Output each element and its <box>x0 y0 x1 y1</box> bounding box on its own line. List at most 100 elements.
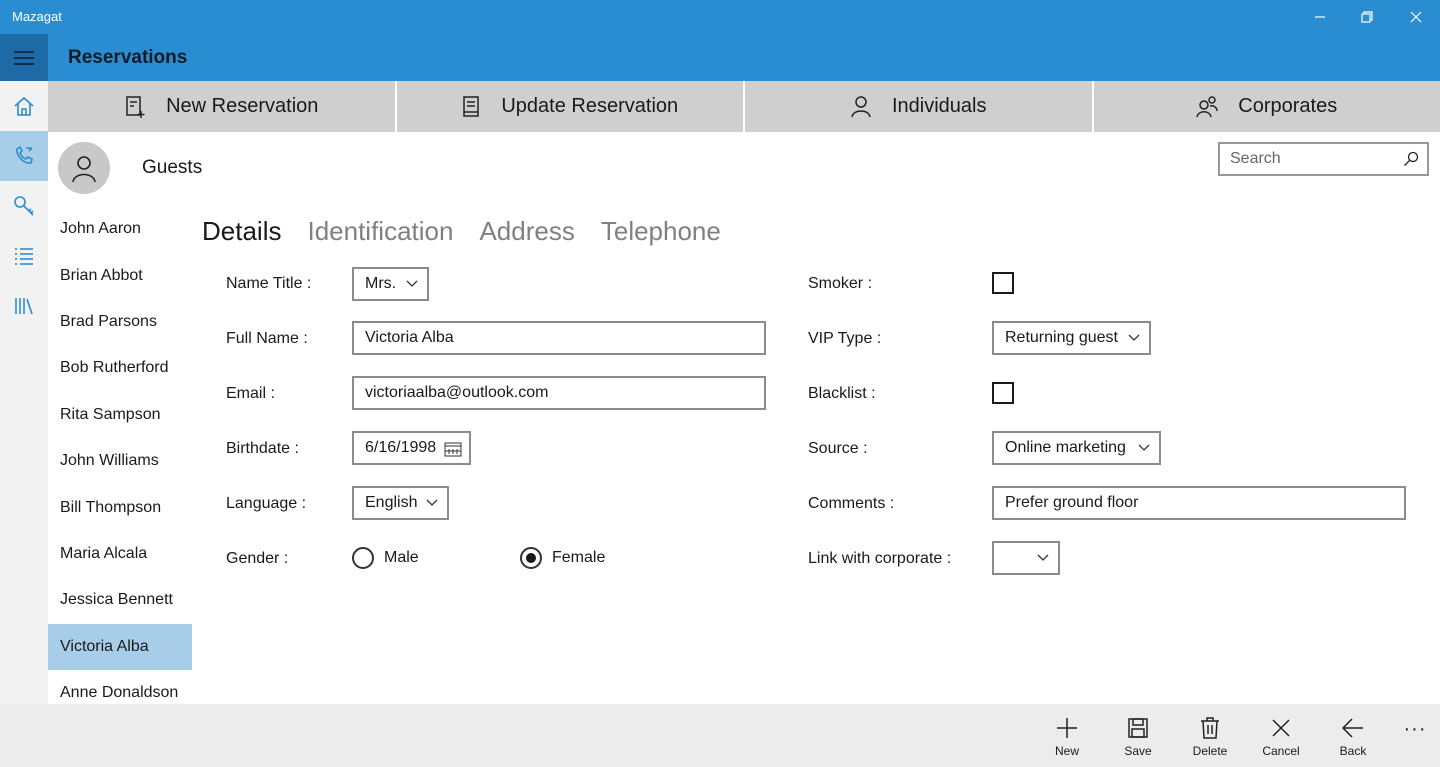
search-box[interactable] <box>1218 142 1429 176</box>
list-item[interactable]: John Williams <box>48 438 192 484</box>
more-button[interactable]: ··· <box>1398 718 1432 748</box>
command-tabs: New Reservation Update Reservation Indiv… <box>48 81 1440 132</box>
list-item[interactable]: Bob Rutherford <box>48 345 192 391</box>
list-item[interactable]: Brian Abbot <box>48 252 192 298</box>
search-input[interactable] <box>1220 144 1390 174</box>
tab-update-reservation[interactable]: Update Reservation <box>396 81 745 132</box>
minimize-button[interactable] <box>1296 0 1344 34</box>
list-item[interactable]: Rita Sampson <box>48 392 192 438</box>
app-header: Reservations <box>0 34 1440 81</box>
tab-telephone[interactable]: Telephone <box>601 216 721 247</box>
birthdate-label: Birthdate : <box>226 440 299 457</box>
gender-male-radio[interactable]: Male <box>352 547 419 569</box>
vip-type-value: Returning guest <box>1005 329 1118 346</box>
nav-home[interactable] <box>0 81 48 131</box>
new-reservation-icon <box>126 95 145 118</box>
language-value: English <box>365 494 418 511</box>
title-bar: Mazagat <box>0 0 1440 34</box>
list-item-selected[interactable]: Victoria Alba <box>48 623 192 670</box>
people-icon <box>1196 95 1219 117</box>
email-value: victoriaalba@outlook.com <box>365 384 549 401</box>
app-title: Mazagat <box>12 9 62 24</box>
list-item[interactable]: Bill Thompson <box>48 484 192 530</box>
plus-icon <box>1057 718 1077 738</box>
link-corporate-label: Link with corporate : <box>808 550 952 567</box>
chevron-down-icon <box>426 499 438 506</box>
restore-button[interactable] <box>1343 0 1391 34</box>
new-button[interactable]: New <box>1037 704 1097 767</box>
tab-corporates-label: Corporates <box>1238 95 1338 117</box>
email-label: Email : <box>226 385 275 402</box>
comments-value: Prefer ground floor <box>1005 494 1139 511</box>
arrow-left-icon <box>1341 718 1363 738</box>
nav-rail <box>0 81 48 704</box>
close-icon <box>1410 11 1422 23</box>
chevron-down-icon <box>1138 444 1150 451</box>
app-bar: New Save Delete Cancel Back ··· <box>0 704 1440 767</box>
comments-field[interactable]: Prefer ground floor <box>992 486 1406 520</box>
nav-reservations[interactable] <box>0 131 48 181</box>
gender-female-radio[interactable]: Female <box>520 547 605 569</box>
source-label: Source : <box>808 440 868 457</box>
name-title-select[interactable]: Mrs. <box>352 267 429 301</box>
avatar-person-icon <box>72 156 96 183</box>
delete-button[interactable]: Delete <box>1180 704 1240 767</box>
close-button[interactable] <box>1392 0 1440 34</box>
chevron-down-icon <box>1037 554 1049 561</box>
nav-list[interactable] <box>0 231 48 281</box>
calendar-icon[interactable] <box>444 441 462 457</box>
tab-corporates[interactable]: Corporates <box>1093 81 1440 132</box>
smoker-checkbox[interactable] <box>992 272 1014 294</box>
tab-identification[interactable]: Identification <box>307 216 453 247</box>
full-name-field[interactable]: Victoria Alba <box>352 321 766 355</box>
nav-keys[interactable] <box>0 181 48 231</box>
update-reservation-icon <box>463 95 480 117</box>
close-icon <box>1272 719 1290 737</box>
chevron-down-icon <box>1128 334 1140 341</box>
language-select[interactable]: English <box>352 486 449 520</box>
avatar <box>58 142 110 194</box>
vip-type-select[interactable]: Returning guest <box>992 321 1151 355</box>
key-icon <box>14 196 34 216</box>
smoker-label: Smoker : <box>808 275 873 292</box>
list-item[interactable]: Maria Alcala <box>48 531 192 577</box>
birthdate-picker[interactable]: 6/16/1998 <box>352 431 471 465</box>
trash-icon <box>1201 717 1219 739</box>
tab-address[interactable]: Address <box>479 216 574 247</box>
tab-individuals-label: Individuals <box>891 95 987 117</box>
link-corporate-select[interactable] <box>992 541 1060 575</box>
email-field[interactable]: victoriaalba@outlook.com <box>352 376 766 410</box>
guests-header: Guests <box>58 142 202 194</box>
hamburger-icon <box>14 50 34 65</box>
list-item[interactable]: John Aaron <box>48 206 192 252</box>
delete-button-label: Delete <box>1192 744 1228 758</box>
name-title-value: Mrs. <box>365 275 397 292</box>
library-icon <box>15 298 33 315</box>
list-item[interactable]: Jessica Bennett <box>48 577 192 623</box>
list-item[interactable]: Anne Donaldson <box>48 670 192 704</box>
full-name-value: Victoria Alba <box>365 329 454 346</box>
guests-heading: Guests <box>142 157 203 178</box>
tab-new-reservation[interactable]: New Reservation <box>48 81 397 132</box>
nav-library[interactable] <box>0 281 48 331</box>
tab-individuals[interactable]: Individuals <box>745 81 1094 132</box>
hamburger-button[interactable] <box>0 34 48 81</box>
full-name-label: Full Name : <box>226 330 308 347</box>
gender-label: Gender : <box>226 550 289 567</box>
back-button[interactable]: Back <box>1323 704 1383 767</box>
tab-details[interactable]: Details <box>202 216 281 247</box>
list-item[interactable]: Brad Parsons <box>48 299 192 345</box>
cancel-button[interactable]: Cancel <box>1251 704 1311 767</box>
save-icon <box>1128 718 1148 738</box>
blacklist-checkbox[interactable] <box>992 382 1014 404</box>
save-button-label: Save <box>1124 744 1152 758</box>
search-icon[interactable] <box>1403 151 1419 167</box>
page-title: Reservations <box>68 47 188 68</box>
source-select[interactable]: Online marketing <box>992 431 1161 465</box>
radio-off-icon <box>352 547 374 569</box>
detail-tabs: Details Identification Address Telephone <box>202 216 747 247</box>
name-title-label: Name Title : <box>226 275 312 292</box>
comments-label: Comments : <box>808 495 895 512</box>
save-button[interactable]: Save <box>1108 704 1168 767</box>
language-label: Language : <box>226 495 307 512</box>
